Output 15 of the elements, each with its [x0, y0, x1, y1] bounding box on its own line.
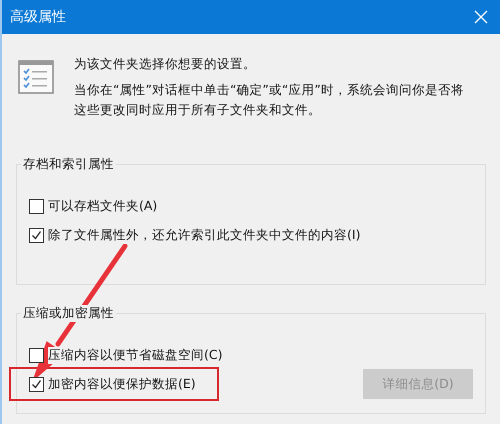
close-button[interactable] [474, 10, 488, 24]
checkbox[interactable] [29, 228, 44, 242]
window-title: 高级属性 [10, 8, 66, 26]
checkbox[interactable] [29, 348, 44, 362]
checkbox[interactable] [29, 376, 44, 392]
checkbox-label: 加密内容以便保护数据(E) [48, 376, 196, 392]
group-title: 存档和索引属性 [21, 156, 116, 173]
description-text: 当你在“属性”对话框中单击“确定”或“应用”时，系统会询问你是否将这些更改同时应用于所有子文件夹和文件。 [74, 81, 465, 119]
checkbox-label: 可以存档文件夹(A) [48, 198, 158, 214]
checklist-icon [18, 60, 54, 94]
description-text: 为该文件夹选择你想要的设置。 [74, 55, 257, 73]
checkbox-label: 除了文件属性外，还允许索引此文件夹中文件的内容(I) [48, 226, 360, 244]
checkbox-label: 压缩内容以便节省磁盘空间(C) [48, 346, 222, 364]
group-title: 压缩或加密属性 [21, 305, 116, 322]
checkbox[interactable] [29, 198, 44, 214]
